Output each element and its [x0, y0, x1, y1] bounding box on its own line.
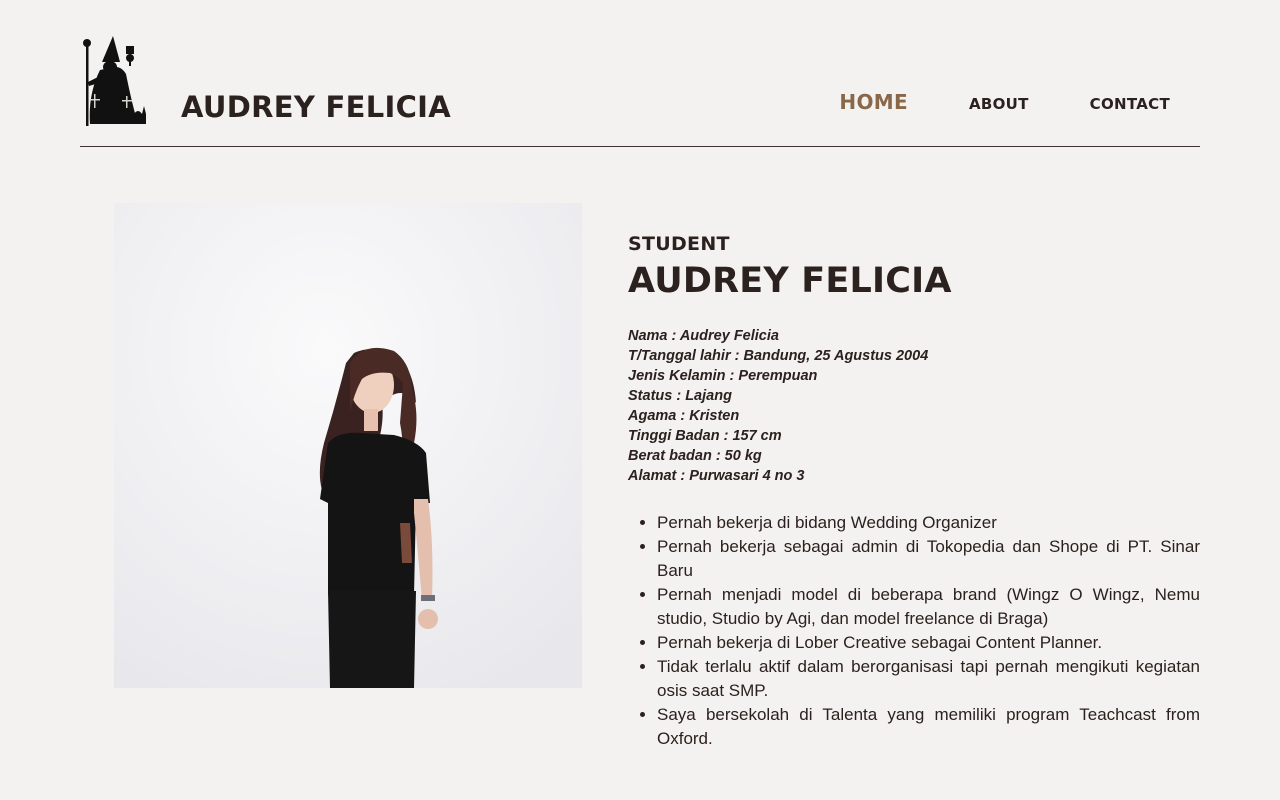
- detail-line: Alamat : Purwasari 4 no 3: [628, 468, 805, 484]
- experience-item: Tidak terlalu aktif dalam berorganisasi …: [657, 655, 1200, 703]
- detail-line: Berat badan : 50 kg: [628, 448, 762, 464]
- experience-item: Pernah bekerja sebagai admin di Tokopedi…: [657, 535, 1200, 583]
- profile-photo-figure: [114, 203, 582, 688]
- profile-photo: [114, 203, 582, 688]
- detail-line: T/Tanggal lahir : Bandung, 25 Agustus 20…: [628, 348, 929, 364]
- nav-contact[interactable]: CONTACT: [1090, 95, 1170, 113]
- wizard-silhouette-icon[interactable]: [80, 34, 148, 126]
- experience-item: Pernah bekerja di bidang Wedding Organiz…: [657, 511, 1200, 535]
- experience-item: Saya bersekolah di Talenta yang memiliki…: [657, 703, 1200, 751]
- detail-line: Agama : Kristen: [628, 408, 740, 424]
- detail-line: Status : Lajang: [628, 388, 732, 404]
- nav-home[interactable]: HOME: [839, 90, 908, 114]
- detail-line: Tinggi Badan : 157 cm: [628, 428, 782, 444]
- site-title: AUDREY FELICIA: [181, 90, 452, 124]
- experience-item: Pernah bekerja di Lober Creative sebagai…: [657, 631, 1200, 655]
- profile-role: STUDENT: [628, 233, 730, 255]
- experience-list: Pernah bekerja di bidang Wedding Organiz…: [628, 511, 1200, 751]
- personal-details: Nama : Audrey Felicia T/Tanggal lahir : …: [628, 326, 1200, 486]
- site-header: AUDREY FELICIA HOME ABOUT CONTACT: [80, 30, 1200, 147]
- nav-about[interactable]: ABOUT: [969, 95, 1029, 113]
- main-nav: HOME ABOUT CONTACT: [839, 90, 1170, 114]
- experience-item: Pernah menjadi model di beberapa brand (…: [657, 583, 1200, 631]
- profile-info: STUDENT AUDREY FELICIA Nama : Audrey Fel…: [628, 233, 1200, 751]
- detail-line: Jenis Kelamin : Perempuan: [628, 368, 818, 384]
- profile-name: AUDREY FELICIA: [628, 261, 952, 301]
- detail-line: Nama : Audrey Felicia: [628, 328, 779, 344]
